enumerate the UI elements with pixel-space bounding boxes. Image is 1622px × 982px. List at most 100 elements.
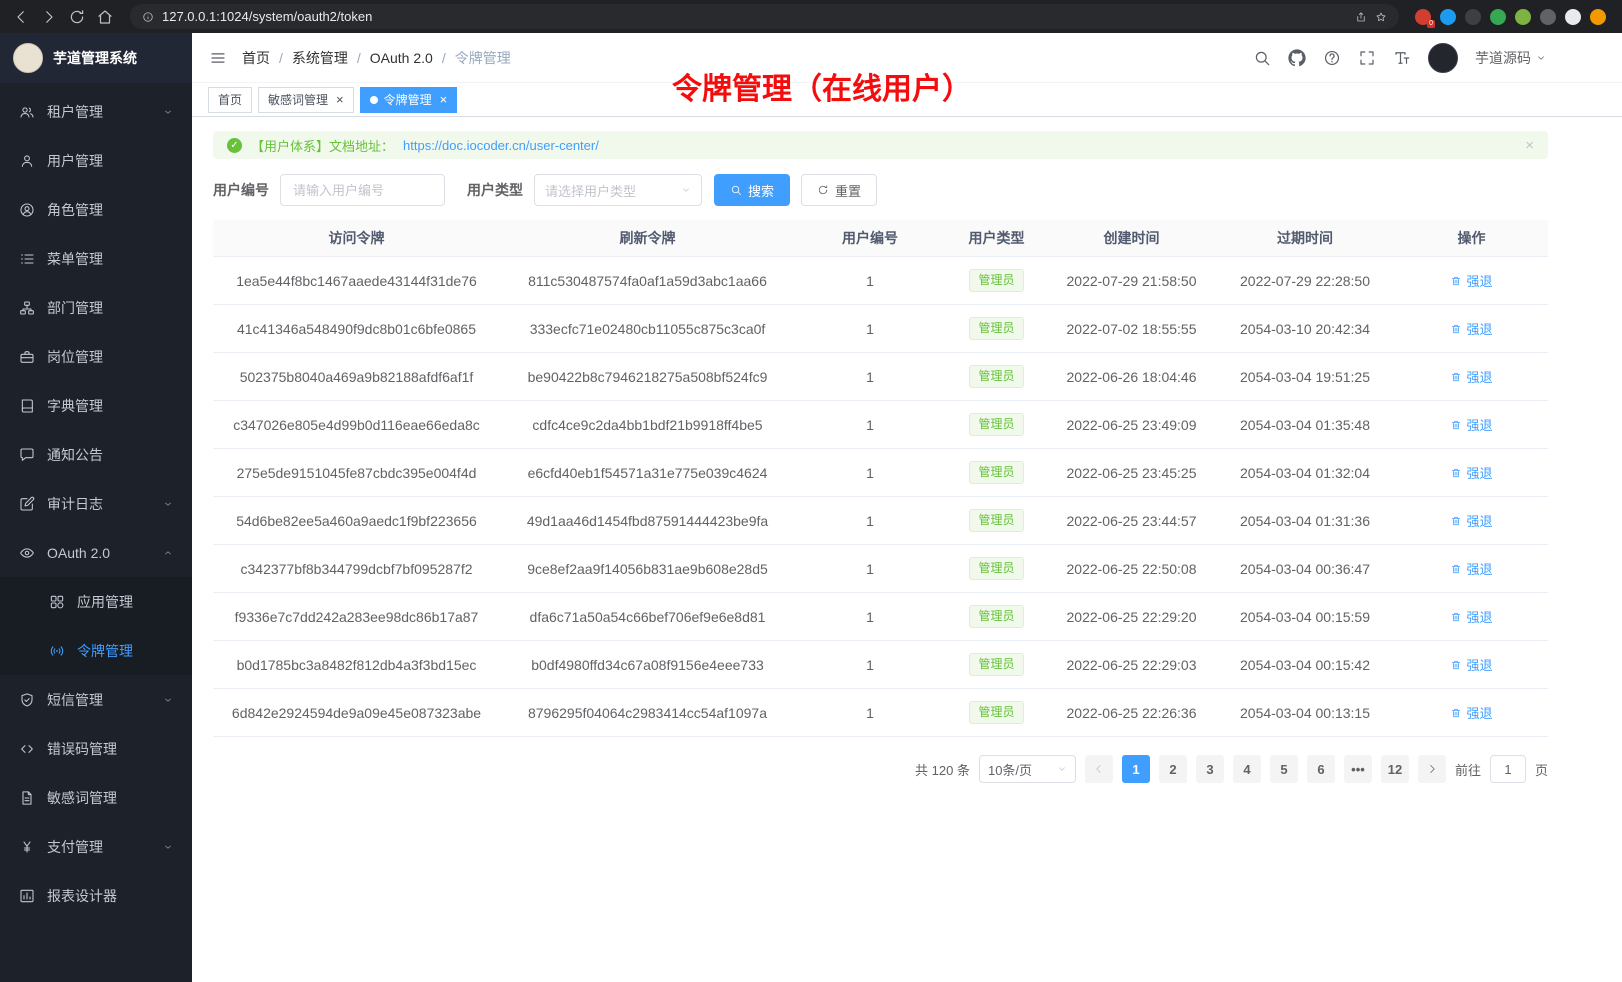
app-logo[interactable]: 芋道管理系统 — [0, 33, 192, 83]
force-logout-button[interactable]: 强退 — [1450, 415, 1492, 434]
next-page-button[interactable] — [1418, 755, 1446, 783]
doc-link[interactable]: https://doc.iocoder.cn/user-center/ — [403, 138, 599, 153]
fullscreen-icon[interactable] — [1358, 49, 1376, 67]
tab-close-icon[interactable]: × — [336, 93, 344, 106]
prev-page-button[interactable] — [1085, 755, 1113, 783]
extension-gray-icon[interactable] — [1540, 9, 1556, 25]
user-type-badge: 管理员 — [969, 413, 1023, 435]
extension-dark-icon[interactable] — [1465, 9, 1481, 25]
trash-icon — [1450, 419, 1462, 431]
site-info-icon[interactable] — [142, 11, 154, 23]
force-logout-button[interactable]: 强退 — [1450, 511, 1492, 530]
sidebar-item[interactable]: OAuth 2.0 — [0, 528, 192, 577]
page-button[interactable]: 5 — [1270, 755, 1298, 783]
github-icon[interactable] — [1288, 49, 1306, 67]
extension-badge: 0 — [1427, 20, 1435, 28]
refresh-icon[interactable] — [68, 8, 86, 26]
user-menu[interactable]: 芋道源码 — [1475, 48, 1546, 68]
page-button[interactable]: ••• — [1344, 755, 1372, 783]
force-logout-button[interactable]: 强退 — [1450, 367, 1492, 386]
sidebar-item[interactable]: 支付管理 — [0, 822, 192, 871]
page-button[interactable]: 6 — [1307, 755, 1335, 783]
force-logout-button[interactable]: 强退 — [1450, 559, 1492, 578]
table-row: c342377bf8b344799dcbf7bf095287f29ce8ef2a… — [213, 545, 1548, 593]
share-icon[interactable] — [1355, 11, 1367, 23]
page-button[interactable]: 4 — [1233, 755, 1261, 783]
sidebar-item[interactable]: 岗位管理 — [0, 332, 192, 381]
force-logout-label: 强退 — [1466, 559, 1492, 578]
force-logout-label: 强退 — [1466, 367, 1492, 386]
breadcrumb-item[interactable]: 首页 — [242, 48, 270, 68]
sidebar-item[interactable]: 应用管理 — [0, 577, 192, 626]
force-logout-button[interactable]: 强退 — [1450, 271, 1492, 290]
user-avatar[interactable] — [1428, 43, 1458, 73]
user-type-select[interactable]: 请选择用户类型 — [534, 174, 702, 206]
tab-0[interactable]: 首页 — [208, 87, 252, 113]
address-bar[interactable]: 127.0.0.1:1024/system/oauth2/token — [130, 4, 1399, 29]
breadcrumb-item[interactable]: OAuth 2.0 — [370, 50, 433, 66]
force-logout-label: 强退 — [1466, 415, 1492, 434]
page-size-select[interactable]: 10条/页 — [979, 755, 1076, 783]
cell-user-id: 1 — [795, 321, 945, 337]
sidebar-item[interactable]: 菜单管理 — [0, 234, 192, 283]
profile-avatar-icon[interactable] — [1590, 9, 1606, 25]
chevron-up-icon — [163, 548, 173, 558]
table-row: 6d842e2924594de9a09e45e087323abe8796295f… — [213, 689, 1548, 737]
sidebar-item[interactable]: 用户管理 — [0, 136, 192, 185]
sidebar-item[interactable]: 角色管理 — [0, 185, 192, 234]
goto-page-input[interactable] — [1490, 755, 1526, 783]
doc-icon — [19, 790, 35, 806]
table-header-row: 访问令牌 刷新令牌 用户编号 用户类型 创建时间 过期时间 操作 — [213, 220, 1548, 257]
search-icon[interactable] — [1253, 49, 1271, 67]
force-logout-button[interactable]: 强退 — [1450, 703, 1492, 722]
sidebar-item[interactable]: 部门管理 — [0, 283, 192, 332]
force-logout-button[interactable]: 强退 — [1450, 319, 1492, 338]
sidebar-item[interactable]: 令牌管理 — [0, 626, 192, 675]
extension-blue-icon[interactable] — [1440, 9, 1456, 25]
sidebar-item[interactable]: 敏感词管理 — [0, 773, 192, 822]
page-button[interactable]: 2 — [1159, 755, 1187, 783]
sidebar-item[interactable]: 租户管理 — [0, 87, 192, 136]
page-button[interactable]: 3 — [1196, 755, 1224, 783]
sidebar-item[interactable]: 错误码管理 — [0, 724, 192, 773]
force-logout-button[interactable]: 强退 — [1450, 607, 1492, 626]
sidebar-item[interactable]: 字典管理 — [0, 381, 192, 430]
sidebar-item[interactable]: 通知公告 — [0, 430, 192, 479]
force-logout-label: 强退 — [1466, 511, 1492, 530]
cell-user-id: 1 — [795, 273, 945, 289]
sidebar-collapse-icon[interactable] — [209, 49, 227, 67]
user-id-input[interactable] — [280, 174, 445, 206]
extension-lime-icon[interactable] — [1515, 9, 1531, 25]
forward-icon[interactable] — [40, 8, 58, 26]
page-button[interactable]: 12 — [1381, 755, 1409, 783]
chevron-down-icon — [1536, 53, 1546, 63]
force-logout-button[interactable]: 强退 — [1450, 655, 1492, 674]
fontsize-icon[interactable] — [1393, 49, 1411, 67]
breadcrumb-item[interactable]: 系统管理 — [292, 48, 348, 68]
back-icon[interactable] — [12, 8, 30, 26]
tab-close-icon[interactable]: × — [440, 93, 448, 106]
extension-red-icon[interactable]: 0 — [1415, 9, 1431, 25]
alert-close-icon[interactable]: × — [1525, 137, 1534, 154]
reset-button[interactable]: 重置 — [801, 174, 877, 206]
extension-green-icon[interactable] — [1490, 9, 1506, 25]
sidebar-item-label: 通知公告 — [47, 445, 173, 465]
force-logout-button[interactable]: 强退 — [1450, 463, 1492, 482]
sidebar-item[interactable]: 审计日志 — [0, 479, 192, 528]
tab-label: 令牌管理 — [384, 91, 432, 108]
tab-2[interactable]: 令牌管理 × — [360, 87, 458, 113]
search-button[interactable]: 搜索 — [714, 174, 790, 206]
cell-action: 强退 — [1395, 559, 1548, 578]
tab-label: 敏感词管理 — [268, 91, 328, 108]
sidebar-item[interactable]: 报表设计器 — [0, 871, 192, 920]
user-type-placeholder: 请选择用户类型 — [545, 181, 636, 200]
sidebar-item[interactable]: 短信管理 — [0, 675, 192, 724]
tab-1[interactable]: 敏感词管理 × — [258, 87, 354, 113]
page-button[interactable]: 1 — [1122, 755, 1150, 783]
cell-refresh-token: cdfc4ce9c2da4bb1bdf21b9918ff4be5 — [500, 417, 795, 433]
home-icon[interactable] — [96, 8, 114, 26]
question-icon[interactable] — [1323, 49, 1341, 67]
panel-toggle-icon[interactable] — [1565, 9, 1581, 25]
star-icon[interactable] — [1375, 11, 1387, 23]
cell-expire-time: 2022-07-29 22:28:50 — [1215, 273, 1395, 289]
